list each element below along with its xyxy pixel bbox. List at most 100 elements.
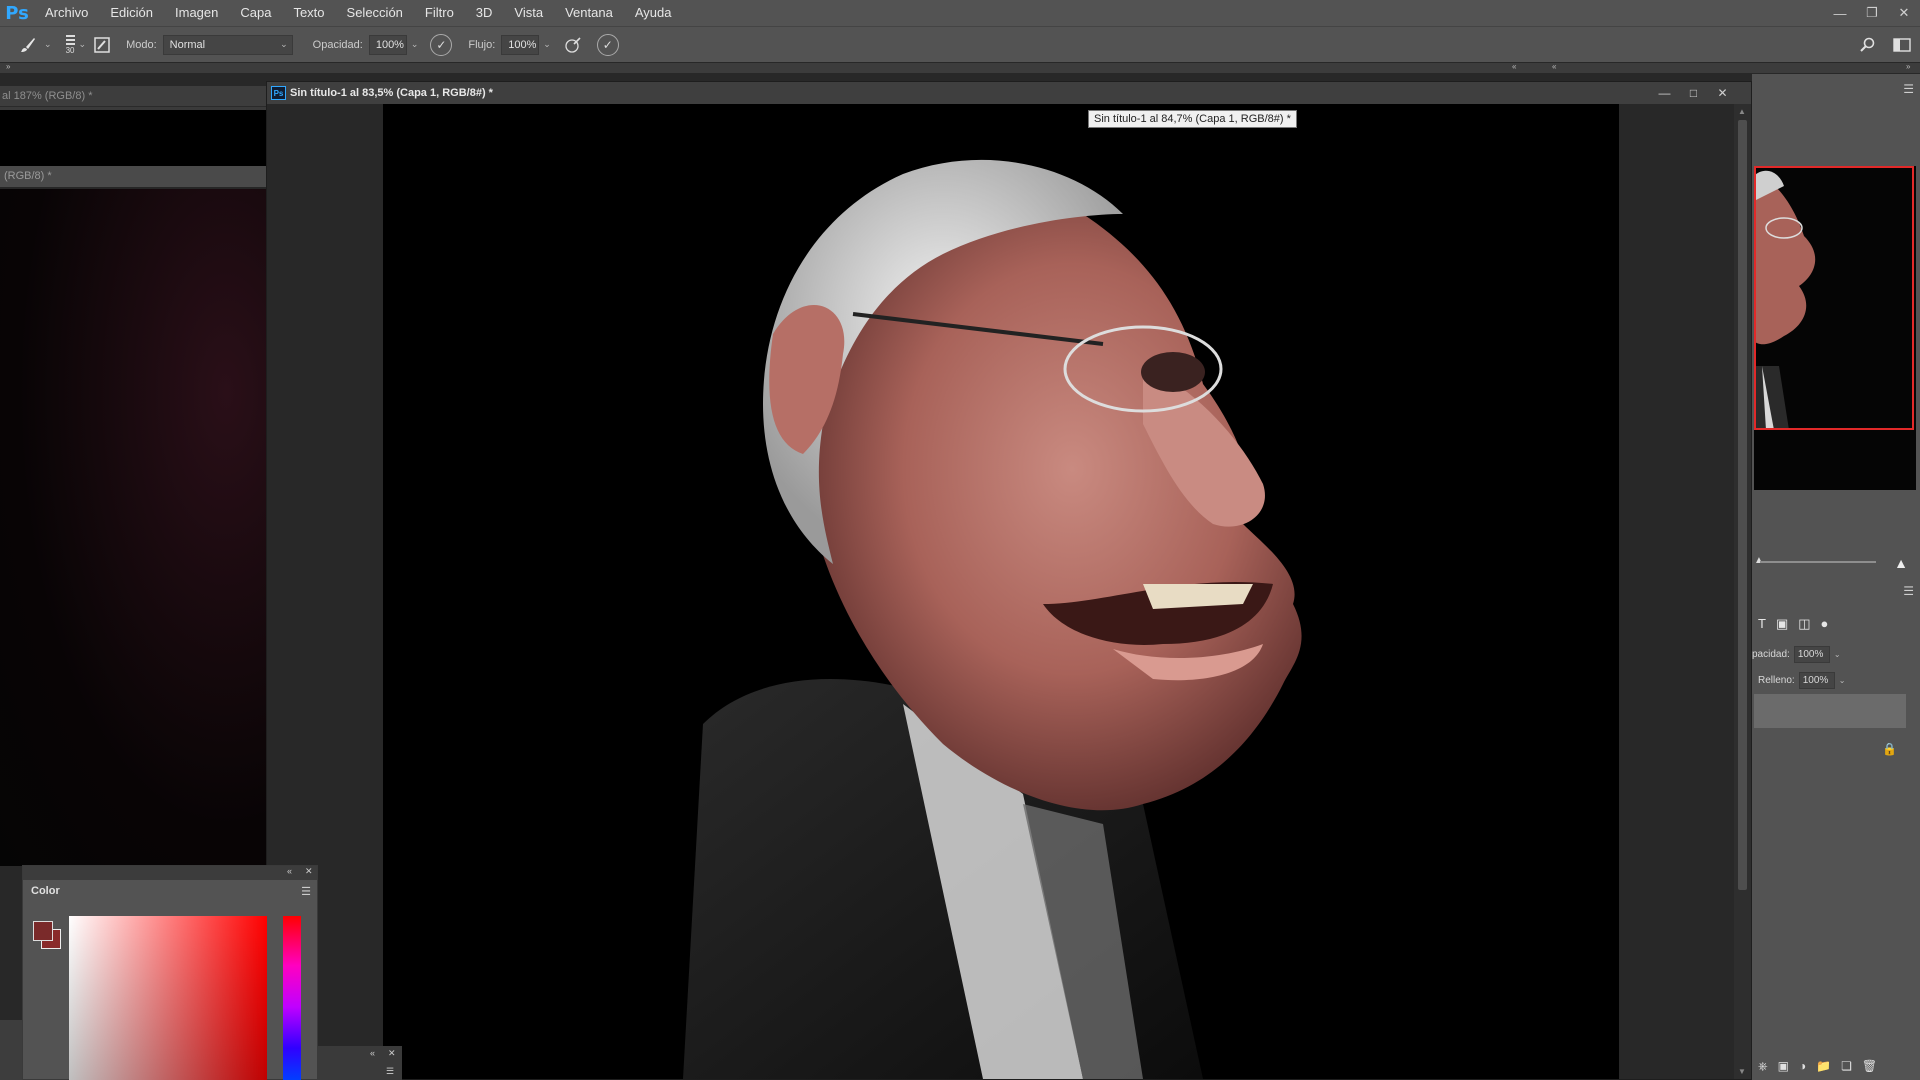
menu-vista[interactable]: Vista (503, 0, 554, 26)
menu-3d[interactable]: 3D (465, 0, 504, 26)
color-hue-slider[interactable] (283, 916, 301, 1080)
foreground-color-swatch[interactable] (33, 921, 53, 941)
document-tab-left-2[interactable]: (RGB/8) * (0, 166, 266, 187)
pressure-size-icon[interactable]: ✓ (596, 33, 619, 56)
restore-icon[interactable]: ❐ (1856, 0, 1888, 26)
mask-icon[interactable]: ▣ (1778, 1059, 1789, 1074)
layers-panel-menu-icon[interactable]: ☰ (1903, 584, 1914, 598)
tool-preset-caret-icon[interactable]: ⌄ (44, 39, 52, 50)
brush-icon[interactable] (16, 33, 40, 57)
menu-imagen[interactable]: Imagen (164, 0, 229, 26)
layer-opacity-row: pacidad: 100% ⌄ (1752, 646, 1841, 663)
pressure-opacity-icon[interactable]: ✓ (430, 33, 453, 56)
brush-size-value: 30 (65, 46, 75, 55)
shape-filter-icon[interactable]: ▣ (1776, 616, 1788, 632)
color-panel: « ✕ Color ☰ (22, 865, 318, 1080)
adjustment-icon[interactable]: ◑ (1799, 1059, 1806, 1074)
opacity-label: Opacidad: (312, 38, 363, 51)
scroll-up-icon[interactable]: ▲ (1738, 107, 1746, 116)
panel-menu-icon[interactable]: ☰ (386, 1066, 394, 1077)
chevron-down-icon[interactable]: ⌄ (1834, 650, 1841, 659)
folder-icon[interactable]: 📁 (1816, 1059, 1831, 1074)
brush-size-caret-icon[interactable]: ⌄ (79, 39, 87, 50)
right-panel: ☰ ▲ ▲ ☰ T ▣ ◫ ● pacidad: 100% ⌄ Relleno:… (1752, 74, 1920, 1080)
navigator-view-box[interactable] (1754, 166, 1914, 430)
opacity-field[interactable]: 100% (368, 34, 407, 55)
zoom-track[interactable] (1760, 561, 1876, 563)
main-document-window: Ps Sin título-1 al 83,5% (Capa 1, RGB/8#… (266, 81, 1752, 1080)
collapse-icon[interactable]: « (370, 1048, 375, 1058)
options-bar: ⌄ 30 ⌄ Modo: Normal ⌄ Opacidad: 100% ⌄ ✓… (0, 26, 1920, 62)
main-document-titlebar[interactable]: Ps Sin título-1 al 83,5% (Capa 1, RGB/8#… (267, 82, 1751, 104)
mode-value: Normal (169, 38, 206, 51)
vertical-scrollbar[interactable]: ▲ ▼ (1734, 104, 1751, 1079)
expand-icon[interactable]: » (6, 62, 10, 71)
navigator-thumbnail[interactable] (1754, 166, 1916, 490)
document-tab-left-1[interactable]: al 187% (RGB/8) * (0, 86, 266, 107)
navigator-zoom-slider[interactable]: ▲ ▲ (1752, 552, 1920, 572)
close-icon[interactable]: ✕ (388, 1048, 396, 1059)
mode-dropdown[interactable]: Normal ⌄ (162, 34, 293, 55)
menu-filtro[interactable]: Filtro (414, 0, 465, 26)
lock-icon[interactable]: 🔒 (1882, 742, 1897, 756)
flow-label: Flujo: (468, 38, 496, 51)
smart-object-filter-icon[interactable]: ◫ (1798, 616, 1810, 632)
expand-icon[interactable]: » (1906, 62, 1910, 71)
color-tab[interactable]: Color (31, 885, 60, 897)
panel-dock-strip: » « « » (0, 62, 1920, 73)
close-icon[interactable]: ✕ (1708, 82, 1737, 104)
chevron-down-icon[interactable]: ⌄ (1839, 676, 1846, 685)
collapse-icon[interactable]: « (287, 866, 292, 876)
document-window-left-2: (RGB/8) * (0, 166, 266, 866)
scroll-down-icon[interactable]: ▼ (1738, 1067, 1746, 1076)
flow-caret-icon[interactable]: ⌄ (543, 39, 551, 50)
panel-menu-icon[interactable]: ☰ (1903, 82, 1914, 96)
document-canvas-left-1[interactable] (0, 110, 266, 168)
menu-texto[interactable]: Texto (282, 0, 335, 26)
trash-icon[interactable]: 🗑 (1862, 1059, 1877, 1074)
panel-menu-icon[interactable]: ☰ (301, 885, 311, 898)
maximize-icon[interactable]: □ (1679, 82, 1708, 104)
eye-shape (1141, 352, 1205, 392)
collapse-icon[interactable]: « (1512, 62, 1516, 71)
layer-opacity-field[interactable]: 100% (1793, 646, 1830, 663)
layer-fill-label: Relleno: (1758, 675, 1795, 686)
scroll-thumb[interactable] (1738, 120, 1747, 890)
mode-label: Modo: (126, 38, 157, 51)
color-panel-header: « ✕ (23, 866, 317, 880)
document-canvas-left-2[interactable] (0, 189, 266, 866)
menu-ayuda[interactable]: Ayuda (624, 0, 683, 26)
flow-value: 100% (508, 38, 537, 51)
minimize-icon[interactable]: — (1824, 0, 1856, 26)
menu-edicion[interactable]: Edición (99, 0, 164, 26)
airbrush-icon[interactable] (561, 33, 585, 57)
brush-panel-icon[interactable] (90, 33, 114, 57)
collapse-icon[interactable]: « (1552, 62, 1556, 71)
layer-row[interactable] (1754, 694, 1906, 728)
caricature-painting (683, 159, 1302, 1079)
flow-field[interactable]: 100% (501, 34, 540, 55)
search-icon[interactable] (1856, 33, 1880, 57)
close-icon[interactable]: ✕ (305, 866, 313, 877)
main-canvas[interactable] (383, 104, 1619, 1079)
layers-bottom-icons: ⎈ ▣ ◑ 📁 ❏ 🗑 (1758, 1059, 1877, 1074)
menu-seleccion[interactable]: Selección (336, 0, 414, 26)
zoom-in-icon[interactable]: ▲ (1894, 555, 1908, 571)
new-layer-icon[interactable]: ❏ (1841, 1059, 1852, 1074)
workspace-icon[interactable] (1890, 33, 1914, 57)
brush-size-picker[interactable]: 30 (65, 34, 75, 55)
link-icon[interactable]: ⎈ (1758, 1059, 1768, 1074)
opacity-caret-icon[interactable]: ⌄ (411, 39, 419, 50)
close-icon[interactable]: ✕ (1888, 0, 1920, 26)
menu-capa[interactable]: Capa (229, 0, 282, 26)
document-tooltip: Sin título-1 al 84,7% (Capa 1, RGB/8#) * (1088, 110, 1297, 128)
color-saturation-field[interactable] (69, 916, 267, 1080)
menu-archivo[interactable]: Archivo (34, 0, 99, 26)
type-filter-icon[interactable]: T (1758, 616, 1766, 632)
menu-ventana[interactable]: Ventana (554, 0, 624, 26)
filter-toggle-icon[interactable]: ● (1821, 616, 1829, 632)
minimize-icon[interactable]: — (1650, 82, 1679, 104)
window-controls: — ❐ ✕ (1824, 0, 1920, 26)
layer-filter-icons: T ▣ ◫ ● (1758, 616, 1828, 632)
layer-fill-field[interactable]: 100% (1798, 672, 1835, 689)
